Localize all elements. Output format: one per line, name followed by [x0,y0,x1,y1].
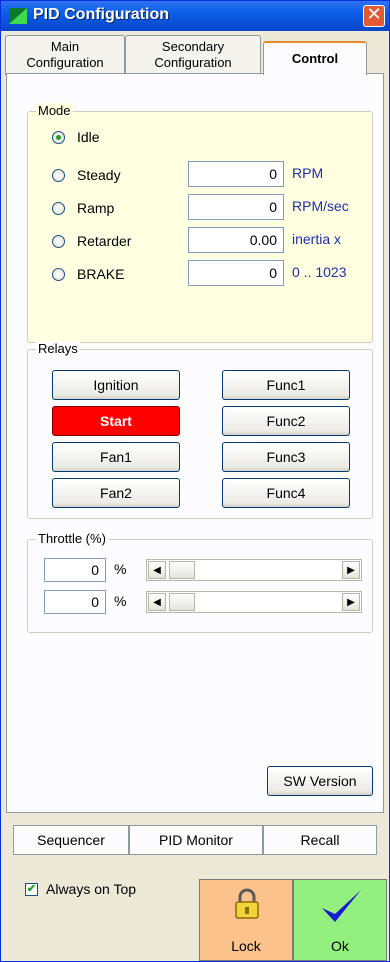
mode-option-label: Ramp [77,200,115,216]
mode-option-steady[interactable]: Steady [52,164,121,186]
throttle-1-input[interactable]: 0 [44,558,106,582]
mode-option-label: BRAKE [77,266,125,282]
radio-icon [52,168,65,182]
mode-option-label: Retarder [77,233,132,249]
mode-group: Mode Idle Steady 0 RPM Ramp 0 RPM/sec Re… [27,103,373,343]
lock-button[interactable]: Lock [199,879,293,961]
radio-icon [52,267,65,281]
lock-icon [235,888,259,919]
relay-fan1-button[interactable]: Fan1 [52,442,180,472]
scroll-left-arrow-icon[interactable]: ◀ [148,593,166,611]
throttle-group-label: Throttle (%) [36,531,108,546]
throttle-group: Throttle (%) 0 % ◀ ▶ 0 % ◀ ▶ [27,531,373,633]
pid-configuration-window: PID Configuration ✕ Main Configuration S… [0,0,390,962]
steady-rpm-input[interactable]: 0 [188,161,284,187]
brake-value-input[interactable]: 0 [188,260,284,286]
scroll-left-arrow-icon[interactable]: ◀ [148,561,166,579]
throttle-2-scrollbar[interactable]: ◀ ▶ [146,591,362,613]
ramp-unit: RPM/sec [292,198,349,214]
tab-label-line1: Secondary [161,39,225,54]
radio-icon [52,130,65,144]
mode-option-label: Idle [77,129,100,145]
close-button[interactable]: ✕ [363,5,385,27]
retarder-inertia-input[interactable]: 0.00 [188,227,284,253]
throttle-1-unit: % [114,561,127,577]
sw-version-button[interactable]: SW Version [267,766,373,796]
relay-fan2-button[interactable]: Fan2 [52,478,180,508]
tab-label-line2: Configuration [26,55,104,70]
checkmark-icon: ✔ [25,882,38,896]
relay-func4-button[interactable]: Func4 [222,478,350,508]
steady-unit: RPM [292,165,324,181]
retarder-unit: inertia x [292,231,342,247]
mode-option-retarder[interactable]: Retarder [52,230,131,252]
brake-unit: 0 .. 1023 [292,264,347,280]
throttle-2-unit: % [114,593,127,609]
tab-label-line2: Configuration [154,55,232,70]
app-icon [9,8,27,24]
window-title: PID Configuration [33,6,169,23]
tab-label: Control [291,51,339,66]
throttle-2-input[interactable]: 0 [44,590,106,614]
radio-icon [52,201,65,215]
always-on-top-label: Always on Top [46,881,137,897]
scroll-thumb[interactable] [169,561,195,579]
relay-func1-button[interactable]: Func1 [222,370,350,400]
tab-secondary-configuration[interactable]: Secondary Configuration [125,35,261,75]
throttle-1-scrollbar[interactable]: ◀ ▶ [146,559,362,581]
relay-ignition-button[interactable]: Ignition [52,370,180,400]
tab-label-line1: Main [50,39,80,54]
mode-option-idle[interactable]: Idle [52,126,100,148]
relay-start-button[interactable]: Start [52,406,180,436]
checkmark-icon [322,890,361,922]
mode-option-ramp[interactable]: Ramp [52,197,114,219]
relays-group: Relays Ignition Start Fan1 Fan2 Func1 Fu… [27,341,373,519]
mode-group-label: Mode [36,103,73,118]
radio-icon [52,234,65,248]
mode-option-label: Steady [77,167,121,183]
scroll-right-arrow-icon[interactable]: ▶ [342,561,360,579]
ok-label: Ok [331,938,349,954]
mode-option-brake[interactable]: BRAKE [52,263,124,285]
title-bar[interactable]: PID Configuration ✕ [1,1,389,31]
tab-sequencer[interactable]: Sequencer [13,825,129,855]
tab-control[interactable]: Control [263,41,367,75]
scroll-thumb[interactable] [169,593,195,611]
tab-pid-monitor[interactable]: PID Monitor [129,825,263,855]
relays-group-label: Relays [36,341,80,356]
ramp-rate-input[interactable]: 0 [188,194,284,220]
tab-main-configuration[interactable]: Main Configuration [5,35,125,75]
relay-func3-button[interactable]: Func3 [222,442,350,472]
always-on-top-checkbox[interactable]: ✔ Always on Top [25,881,136,897]
lock-label: Lock [231,938,261,954]
ok-button[interactable]: Ok [293,879,387,961]
relay-func2-button[interactable]: Func2 [222,406,350,436]
scroll-right-arrow-icon[interactable]: ▶ [342,593,360,611]
tab-recall[interactable]: Recall [263,825,377,855]
